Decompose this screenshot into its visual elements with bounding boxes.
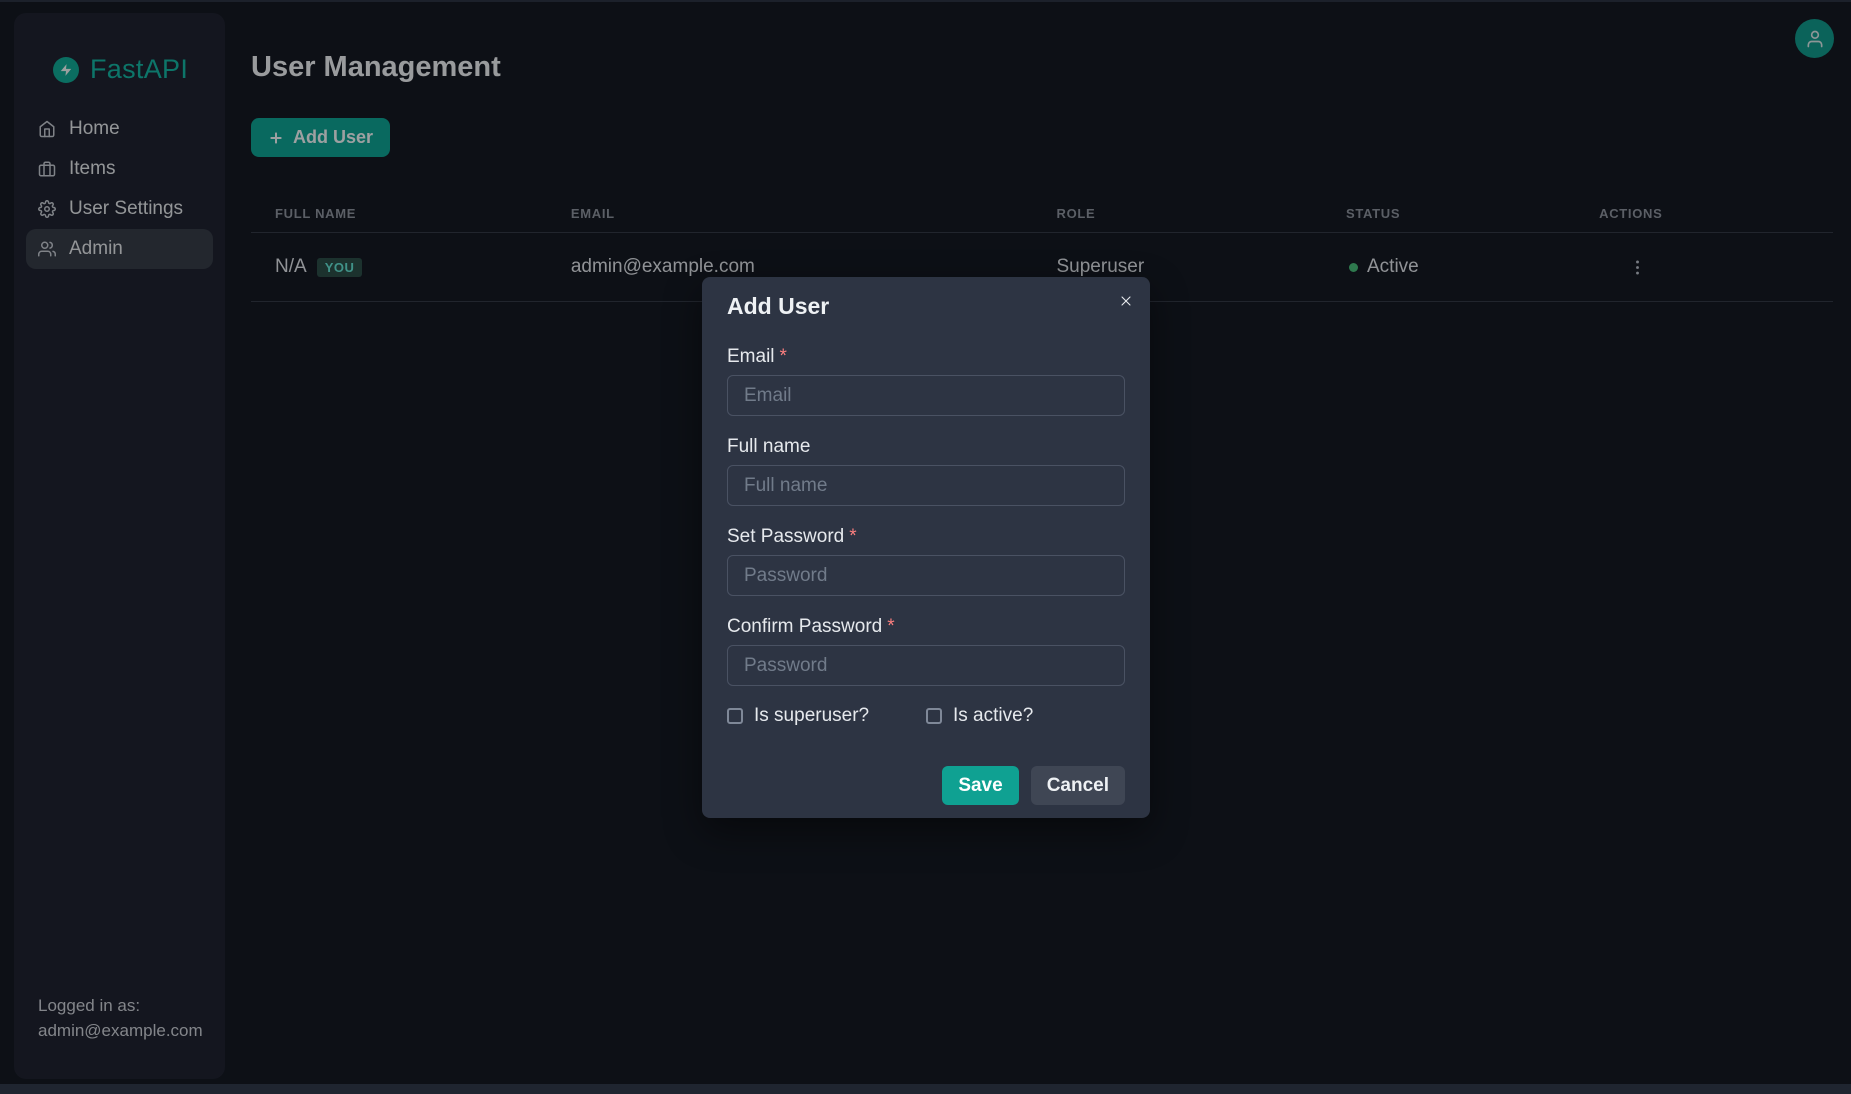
is-superuser-checkbox[interactable]: Is superuser? <box>727 705 926 727</box>
modal-close-button[interactable] <box>1110 285 1142 317</box>
field-group-confirm-password: Confirm Password* <box>727 615 1125 686</box>
checkbox-box-icon[interactable] <box>727 708 743 724</box>
full-name-label: Full name <box>727 435 1125 459</box>
cancel-button[interactable]: Cancel <box>1031 766 1125 805</box>
full-name-field[interactable] <box>727 465 1125 506</box>
is-active-label: Is active? <box>953 705 1033 727</box>
email-label: Email* <box>727 345 1125 369</box>
email-label-text: Email <box>727 346 775 367</box>
required-asterisk: * <box>780 346 787 367</box>
set-password-label: Set Password* <box>727 525 1125 549</box>
modal-title: Add User <box>727 291 1125 321</box>
is-active-checkbox[interactable]: Is active? <box>926 705 1033 727</box>
modal-footer: Save Cancel <box>727 766 1125 805</box>
set-password-label-text: Set Password <box>727 526 844 547</box>
bottom-scrollbar-track[interactable] <box>0 1084 1851 1094</box>
field-group-set-password: Set Password* <box>727 525 1125 596</box>
full-name-label-text: Full name <box>727 436 810 457</box>
confirm-password-label: Confirm Password* <box>727 615 1125 639</box>
confirm-password-label-text: Confirm Password <box>727 616 882 637</box>
field-group-full-name: Full name <box>727 435 1125 506</box>
checkbox-box-icon[interactable] <box>926 708 942 724</box>
is-superuser-label: Is superuser? <box>754 705 869 727</box>
required-asterisk: * <box>887 616 894 637</box>
add-user-modal: Add User Email* Full name Set Password* … <box>702 277 1150 818</box>
email-field[interactable] <box>727 375 1125 416</box>
set-password-field[interactable] <box>727 555 1125 596</box>
confirm-password-field[interactable] <box>727 645 1125 686</box>
save-button[interactable]: Save <box>942 766 1018 805</box>
close-icon <box>1118 293 1134 309</box>
field-group-email: Email* <box>727 345 1125 416</box>
modal-body: Email* Full name Set Password* Confirm P… <box>727 345 1125 727</box>
checkbox-row: Is superuser? Is active? <box>727 705 1125 727</box>
required-asterisk: * <box>849 526 856 547</box>
